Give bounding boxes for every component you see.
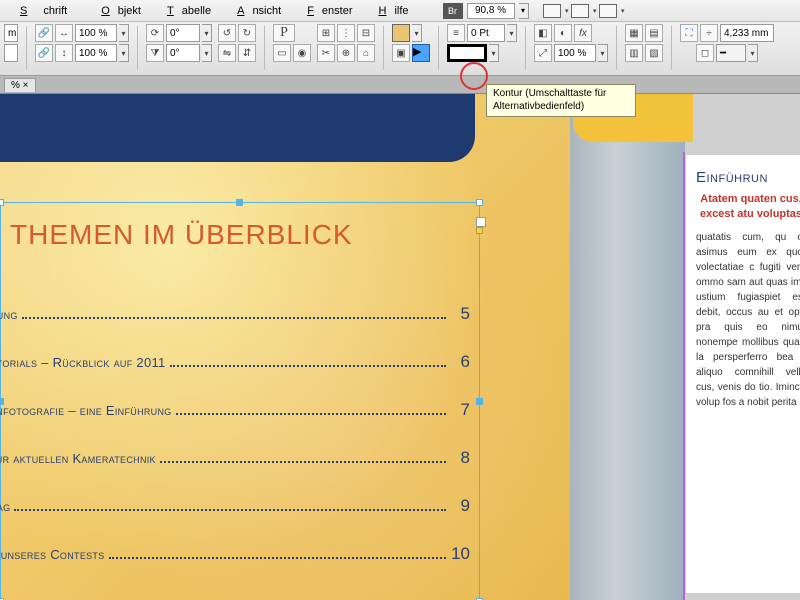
right-heading: Einführun [686,155,800,192]
height-icon: ↕ [55,44,73,62]
crop-icon[interactable]: ⛶ [680,24,698,42]
misc-icon-5[interactable]: ⊕ [337,44,355,62]
misc-icon-4[interactable]: ✂ [317,44,335,62]
text-outport[interactable] [476,217,486,227]
menu-objekt[interactable]: Objekt [85,3,149,19]
view-options-icon[interactable] [599,4,617,18]
rotate-icon: ⟳ [146,24,164,42]
toc-row: r unseres Contests10 [0,544,470,564]
toc-row: zur aktuellen Kameratechnik8 [0,448,470,468]
misc-icon-6[interactable]: ⌂ [357,44,375,62]
fx-button[interactable]: fx [574,24,592,42]
paragraph-icon[interactable]: P [273,24,295,42]
arrange-docs-icon[interactable] [571,4,589,18]
menu-tabelle[interactable]: Tabelle [151,3,219,19]
toc-row: rung5 [0,304,470,324]
stroke-weight-field[interactable]: 0 Pt [467,24,505,42]
fill-swatch[interactable] [392,24,410,42]
right-page-textframe: Einführun Atatem quaten cus, excest atu … [685,154,800,594]
stroke-panel-button[interactable]: ▶ [412,44,430,62]
rotate-field[interactable]: 0° [166,24,200,42]
document-tab[interactable]: % × [4,78,36,92]
flip-h-icon[interactable]: ⇋ [218,44,236,62]
apply-fill-icon[interactable]: ▣ [392,44,410,62]
corner-shape-icon[interactable]: ◻ [696,44,714,62]
screen-mode-icon[interactable] [543,4,561,18]
percent-icon: ⤢ [534,44,552,62]
blue-header-band [0,94,475,162]
menu-schrift[interactable]: Schrift [4,3,83,19]
misc-icon-2[interactable]: ⋮ [337,24,355,42]
opacity-icon[interactable]: ◐ [554,24,572,42]
wrap-icon-3[interactable]: ▥ [625,44,643,62]
menu-ansicht[interactable]: Ansicht [221,3,289,19]
zoom-field[interactable] [467,3,515,19]
stroke-style-swatch[interactable] [447,44,487,62]
zoom-dropdown[interactable]: ▾ [519,3,529,19]
misc-icon-1[interactable]: ⊞ [317,24,335,42]
toc-row: enfotografie – eine Einführung7 [0,400,470,420]
menu-hilfe[interactable]: Hilfe [363,3,417,19]
corner-stepper-icon: ÷ [700,24,718,42]
toc-list: rung5 utorials – Rückblick auf 20116 enf… [0,304,470,592]
control-toolbar: m 🔗 ↔ 100 % ▾ 🔗 ↕ 100 % ▾ ⟳ 0° ▾ ⧩ 0° ▾ [0,22,800,76]
misc-icon-3[interactable]: ⊟ [357,24,375,42]
effects-icon[interactable]: ◧ [534,24,552,42]
document-canvas[interactable]: THEMEN IM ÜBERBLICK rung5 utorials – Rüc… [0,94,800,600]
toc-row: rag9 [0,496,470,516]
left-page: THEMEN IM ÜBERBLICK rung5 utorials – Rüc… [0,94,570,600]
spine-gutter [570,94,685,600]
select-content-icon[interactable]: ◉ [293,44,311,62]
scale-x-field[interactable]: 100 % [75,24,117,42]
right-subheading: Atatem quaten cus, excest atu voluptas [686,192,800,230]
menu-bar: Schrift Objekt Tabelle Ansicht Fenster H… [0,0,800,22]
menu-fenster[interactable]: Fenster [291,3,360,19]
right-body-text: quatatis cum, qu os asimus eum ex quos v… [686,230,800,410]
document-tab-bar: % × [0,76,800,94]
opacity-field[interactable]: 100 % [554,44,596,62]
stroke-weight-icon: ≡ [447,24,465,42]
bridge-icon[interactable]: Br [443,3,463,19]
unit-label: m [4,24,18,42]
shear-field[interactable]: 0° [166,44,200,62]
width-icon: ↔ [55,24,73,42]
flip-v-icon[interactable]: ⇵ [238,44,256,62]
rot-cw-icon[interactable]: ↻ [238,24,256,42]
shear-icon: ⧩ [146,44,164,62]
scale-y-field[interactable]: 100 % [75,44,117,62]
select-container-icon[interactable]: ▭ [273,44,291,62]
toc-row: utorials – Rückblick auf 20116 [0,352,470,372]
rot-ccw-icon[interactable]: ↺ [218,24,236,42]
tooltip: Kontur (Umschalttaste für Alternativbedi… [486,84,636,117]
wrap-icon-1[interactable]: ▦ [625,24,643,42]
wrap-icon-2[interactable]: ▤ [645,24,663,42]
link-icon[interactable]: 🔗 [35,24,53,42]
wrap-icon-4[interactable]: ▧ [645,44,663,62]
corner-radius-field[interactable]: 4,233 mm [720,24,774,42]
